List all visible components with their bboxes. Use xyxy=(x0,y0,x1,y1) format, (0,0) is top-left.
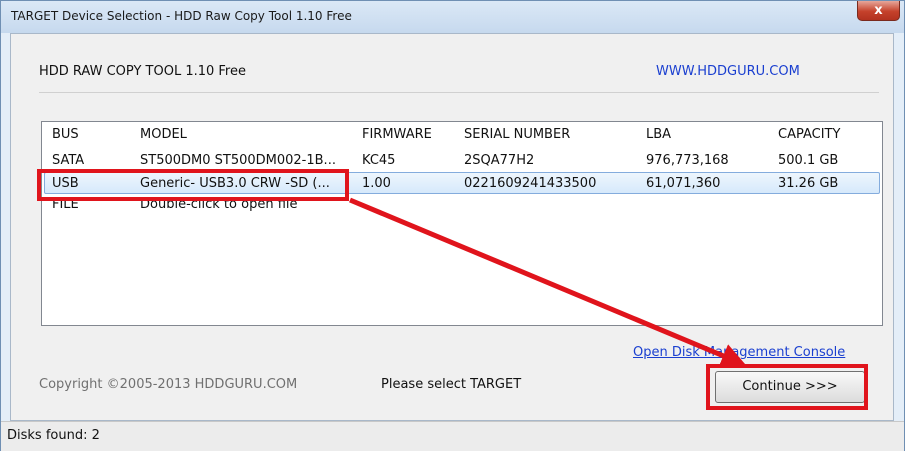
annotation-arrow xyxy=(349,197,747,368)
arrow-line xyxy=(349,197,747,368)
